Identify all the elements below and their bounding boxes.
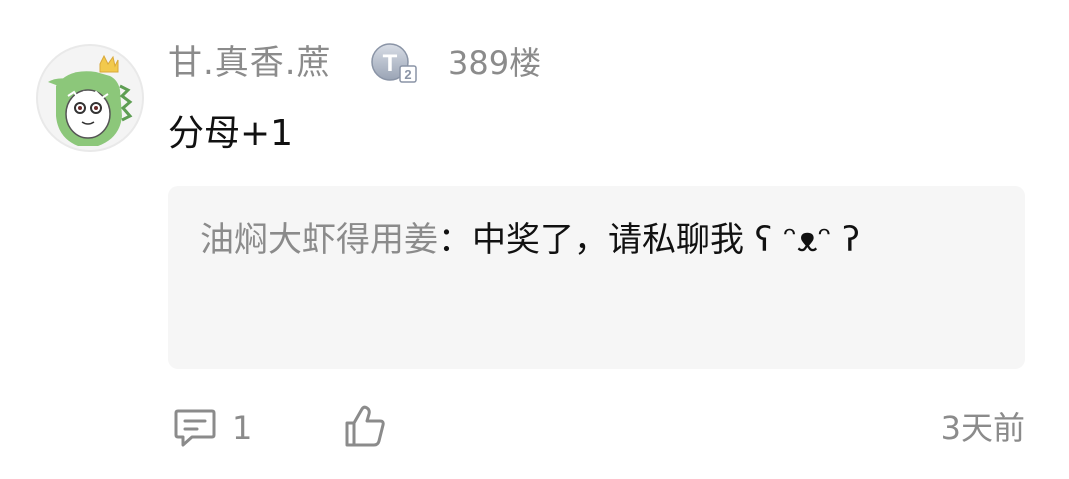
- reply-separator: ：: [438, 220, 472, 260]
- user-avatar[interactable]: [36, 44, 144, 152]
- username[interactable]: 甘.真香.蔗: [168, 40, 332, 86]
- level-t2-badge-icon: T 2: [370, 42, 418, 84]
- svg-text:2: 2: [404, 67, 411, 82]
- comment-bubble-icon[interactable]: [172, 405, 218, 451]
- reply-text: 中奖了，请私聊我 ʕ ᵔᴥᵔ ʔ: [472, 220, 860, 260]
- comment-content: 分母+1: [168, 113, 294, 154]
- reply-author[interactable]: 油焖大虾得用姜: [200, 220, 438, 260]
- timestamp: 3天前: [940, 409, 1025, 447]
- crocodile-avatar-icon: [38, 46, 142, 150]
- thumbs-up-icon[interactable]: [342, 403, 388, 449]
- floor-number: 389楼: [448, 44, 542, 82]
- reply-preview[interactable]: 油焖大虾得用姜：中奖了，请私聊我 ʕ ᵔᴥᵔ ʔ: [168, 186, 1025, 369]
- svg-text:T: T: [383, 50, 398, 77]
- reply-line: 油焖大虾得用姜：中奖了，请私聊我 ʕ ᵔᴥᵔ ʔ: [200, 208, 980, 272]
- reply-count: 1: [232, 409, 253, 447]
